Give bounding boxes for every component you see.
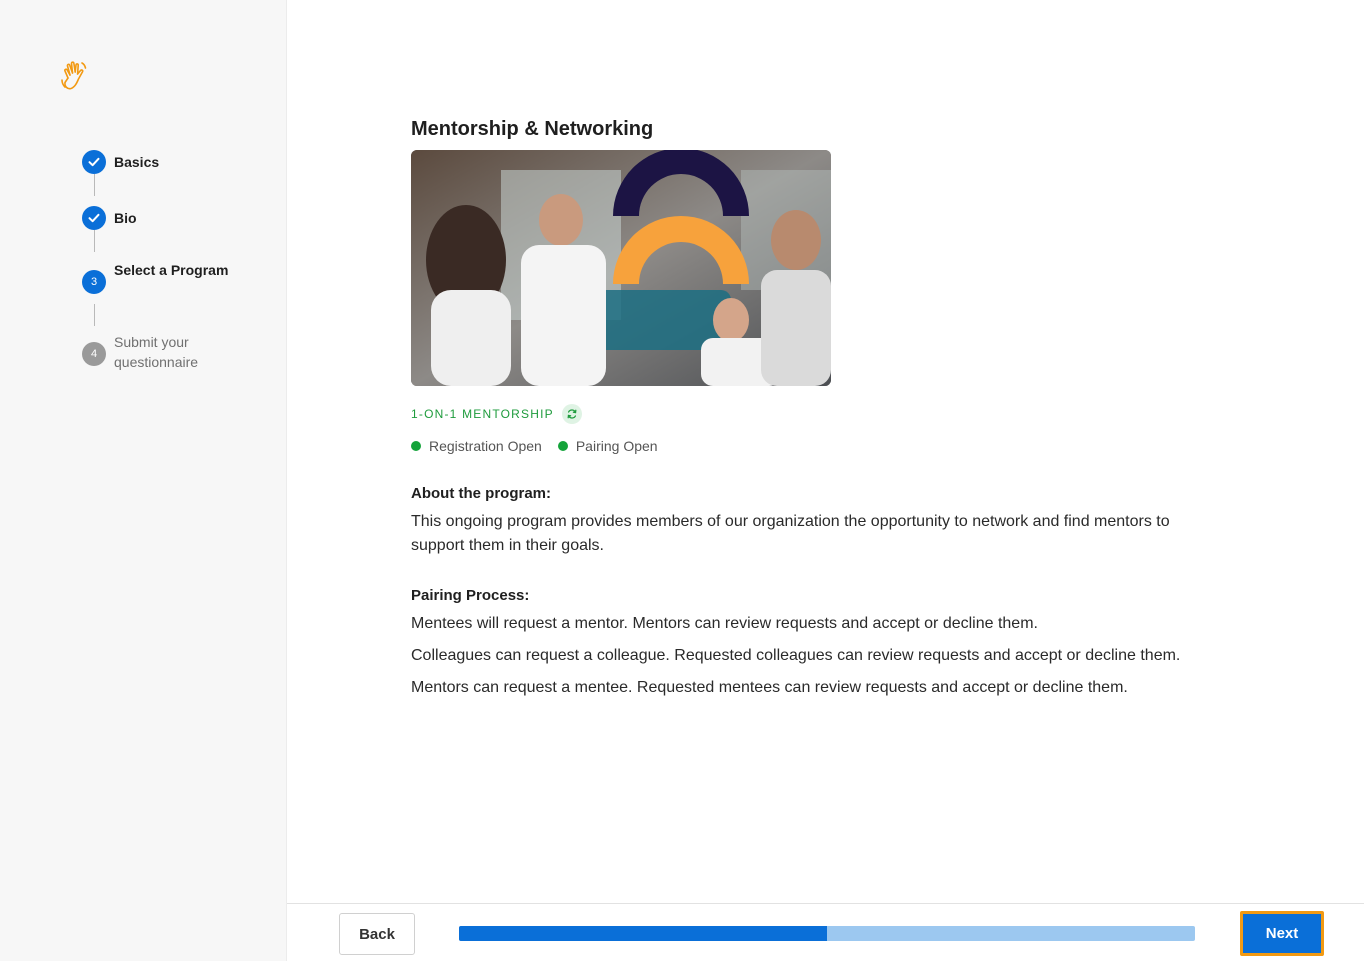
step-label: Submit your questionnaire: [114, 334, 199, 370]
back-button[interactable]: Back: [339, 913, 415, 955]
program-cover-image: [411, 150, 831, 386]
pairing-line: Mentors can request a mentee. Requested …: [411, 679, 1128, 696]
pairing-line: Colleagues can request a colleague. Requ…: [411, 647, 1181, 664]
about-text: This ongoing program provides members of…: [411, 513, 1170, 554]
status-pairing-open: Pairing Open: [557, 438, 658, 454]
step-basics[interactable]: Basics: [82, 150, 234, 174]
check-icon: [82, 206, 106, 230]
step-connector: [93, 304, 95, 326]
status-dot-icon: [411, 441, 421, 451]
status-registration-open: Registration Open: [411, 438, 542, 454]
status-dot-icon: [557, 441, 568, 451]
step-select-program[interactable]: 3 Select a Program: [82, 262, 234, 294]
sync-icon: [561, 404, 582, 424]
pairing-title: Pairing Process:: [411, 587, 530, 604]
program-status-list: Registration Open Pairing Open: [411, 438, 1211, 454]
program-type-label: 1-ON-1 MENTORSHIP: [411, 407, 554, 421]
about-title: About the program:: [411, 485, 551, 502]
status-label: Registration Open: [429, 438, 542, 454]
waving-hand-icon: [60, 60, 90, 92]
program-type: 1-ON-1 MENTORSHIP: [411, 404, 1211, 424]
step-connector: [93, 230, 95, 252]
sidebar: Basics Bio 3 Select a Program 4 Submit y…: [0, 0, 287, 961]
main-content: Mentorship & Networking 1-ON-1 MENTORSHI…: [287, 0, 1364, 903]
wizard-footer: Back Next: [287, 903, 1364, 961]
step-label: Bio: [114, 210, 137, 226]
step-label: Select a Program: [114, 262, 229, 278]
step-number: 4: [82, 342, 106, 366]
check-icon: [82, 150, 106, 174]
step-bio[interactable]: Bio: [82, 206, 234, 230]
step-submit-questionnaire: 4 Submit your questionnaire: [82, 334, 234, 372]
step-number: 3: [82, 270, 106, 294]
program-title: Mentorship & Networking: [411, 118, 654, 140]
progress-bar-fill: [459, 926, 827, 941]
step-label: Basics: [114, 154, 160, 170]
progress-bar: [459, 926, 1195, 941]
next-button[interactable]: Next: [1240, 911, 1324, 956]
status-label: Pairing Open: [575, 438, 658, 454]
pairing-line: Mentees will request a mentor. Mentors c…: [411, 615, 1038, 632]
step-connector: [93, 174, 95, 196]
program-details: Mentorship & Networking 1-ON-1 MENTORSHI…: [411, 116, 1211, 700]
